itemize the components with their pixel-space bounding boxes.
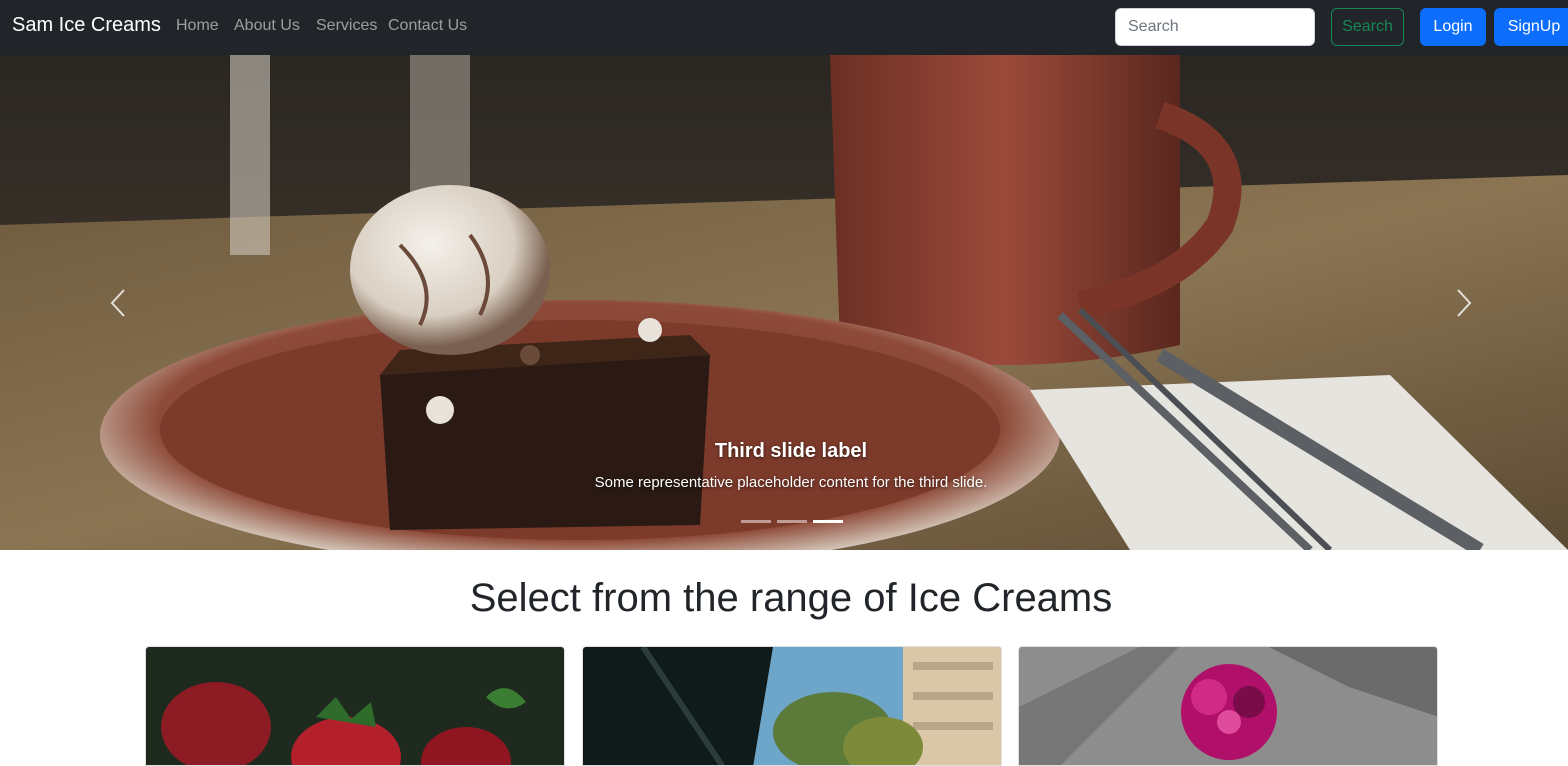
- carousel-next-button[interactable]: [1444, 280, 1484, 326]
- ice-cream-card-3[interactable]: [1018, 646, 1438, 766]
- ice-cream-card-2[interactable]: [582, 646, 1002, 766]
- carousel-indicator-2[interactable]: [777, 520, 807, 523]
- carousel-indicator-3[interactable]: [813, 520, 843, 523]
- signup-button[interactable]: SignUp: [1494, 8, 1568, 46]
- brand-logo-text[interactable]: Sam Ice Creams: [12, 14, 161, 37]
- chevron-right-icon: [1457, 289, 1472, 317]
- nav-link-home[interactable]: Home: [176, 17, 219, 35]
- navbar: Sam Ice Creams Home About Us Services Co…: [0, 0, 1568, 55]
- card-image-street-trees: [583, 647, 1001, 765]
- carousel-caption-title: Third slide label: [714, 440, 868, 462]
- login-button[interactable]: Login: [1420, 8, 1486, 46]
- search-button[interactable]: Search: [1331, 8, 1404, 46]
- carousel-prev-button[interactable]: [98, 280, 138, 326]
- search-input[interactable]: [1115, 8, 1315, 46]
- carousel-caption-text: Some representative placeholder content …: [594, 474, 988, 491]
- hero-carousel: Third slide label Some representative pl…: [0, 55, 1568, 550]
- carousel-indicator-1[interactable]: [741, 520, 771, 523]
- nav-link-about-us[interactable]: About Us: [234, 17, 300, 35]
- section-title: Select from the range of Ice Creams: [469, 576, 1113, 620]
- card-image-strawberries: [146, 647, 564, 765]
- ice-cream-card-1[interactable]: [145, 646, 565, 766]
- nav-link-contact-us[interactable]: Contact Us: [388, 17, 467, 35]
- chevron-left-icon: [110, 289, 125, 317]
- nav-link-services[interactable]: Services: [316, 17, 377, 35]
- card-image-pink-flower: [1019, 647, 1437, 765]
